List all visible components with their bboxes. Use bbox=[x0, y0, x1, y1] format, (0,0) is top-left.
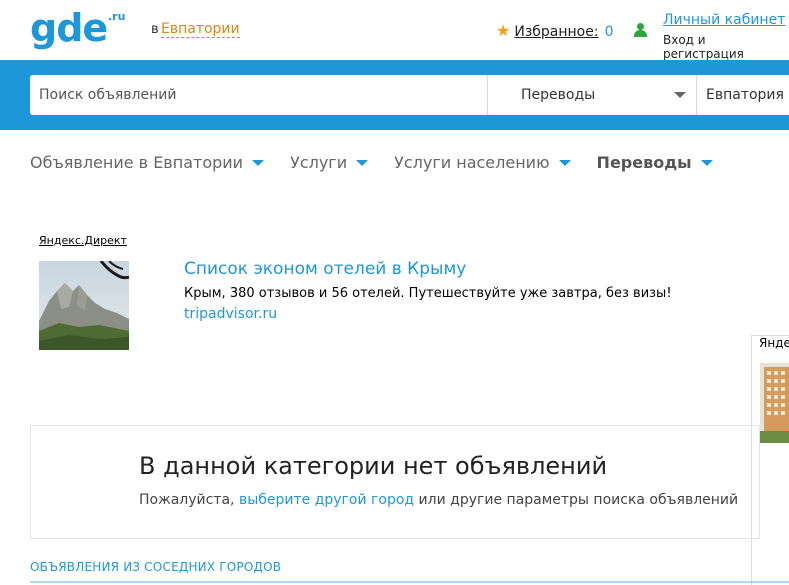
empty-state-text: Пожалуйста, bbox=[139, 492, 239, 508]
breadcrumb-label: Услуги населению bbox=[394, 152, 550, 172]
favorites-count: 0 bbox=[604, 24, 614, 40]
nearby-cities-heading[interactable]: ОБЪЯВЛЕНИЯ ИЗ СОСЕДНИХ ГОРОДОВ bbox=[30, 560, 281, 574]
personal-cabinet-link[interactable]: Личный кабинет bbox=[663, 12, 785, 28]
ad-domain-link[interactable]: tripadvisor.ru bbox=[184, 306, 277, 322]
city-selector-link[interactable]: Евпатории bbox=[161, 21, 240, 38]
breadcrumb-label: Объявление в Евпатории bbox=[30, 152, 244, 172]
chevron-down-icon bbox=[674, 92, 686, 98]
yandex-direct-label[interactable]: Яндекс.Директ bbox=[39, 234, 127, 247]
site-logo[interactable]: gde bbox=[30, 6, 108, 50]
choose-city-link[interactable]: выберите другой город bbox=[239, 492, 414, 508]
breadcrumb-item-current[interactable]: Переводы bbox=[597, 153, 713, 172]
chevron-down-icon bbox=[356, 160, 369, 166]
city-select[interactable]: Евпатория bbox=[697, 75, 789, 115]
chevron-down-icon bbox=[252, 160, 265, 166]
city-select-value: Евпатория bbox=[706, 87, 784, 103]
breadcrumb-item[interactable]: Услуги населению bbox=[394, 152, 571, 172]
star-icon: ★ bbox=[496, 21, 511, 40]
breadcrumb-item[interactable]: Услуги bbox=[290, 152, 369, 172]
search-input[interactable] bbox=[30, 75, 487, 115]
city-prefix: в bbox=[151, 22, 159, 37]
side-ad-image[interactable] bbox=[760, 363, 789, 443]
divider bbox=[30, 581, 789, 583]
search-form: Переводы Евпатория bbox=[30, 75, 789, 115]
empty-state-title: В данной категории нет объявлений bbox=[139, 452, 608, 480]
ad-title-link[interactable]: Список эконом отелей в Крыму bbox=[184, 259, 466, 279]
chevron-down-icon bbox=[558, 160, 571, 166]
ad-image[interactable] bbox=[39, 261, 129, 350]
side-ad-label: Янде bbox=[759, 336, 789, 350]
category-select[interactable]: Переводы bbox=[488, 75, 696, 115]
favorites-link[interactable]: ★ Избранное: 0 bbox=[496, 21, 613, 40]
empty-state-message: Пожалуйста, выберите другой город или др… bbox=[139, 492, 738, 508]
breadcrumb-label: Услуги bbox=[290, 152, 348, 172]
user-icon bbox=[633, 23, 647, 37]
favorites-label: Избранное: bbox=[514, 24, 599, 40]
breadcrumb-label: Переводы bbox=[596, 152, 692, 172]
breadcrumb: Объявление в Евпатории Услуги Услуги нас… bbox=[30, 150, 739, 174]
chevron-down-icon bbox=[700, 160, 713, 166]
ad-description: Крым, 380 отзывов и 56 отелей. Путешеств… bbox=[184, 286, 672, 301]
logo-domain-suffix: .ru bbox=[108, 10, 126, 23]
empty-state-box: В данной категории нет объявлений Пожалу… bbox=[30, 425, 760, 539]
search-bar: Переводы Евпатория bbox=[0, 60, 789, 130]
empty-state-text: или другие параметры поиска объявлений bbox=[414, 492, 739, 508]
login-register-link[interactable]: Вход и регистрация bbox=[663, 33, 789, 61]
site-header: gde .ru в Евпатории ★ Избранное: 0 Личный … bbox=[0, 0, 789, 61]
breadcrumb-item[interactable]: Объявление в Евпатории bbox=[30, 152, 265, 172]
category-select-value: Переводы bbox=[521, 87, 596, 103]
